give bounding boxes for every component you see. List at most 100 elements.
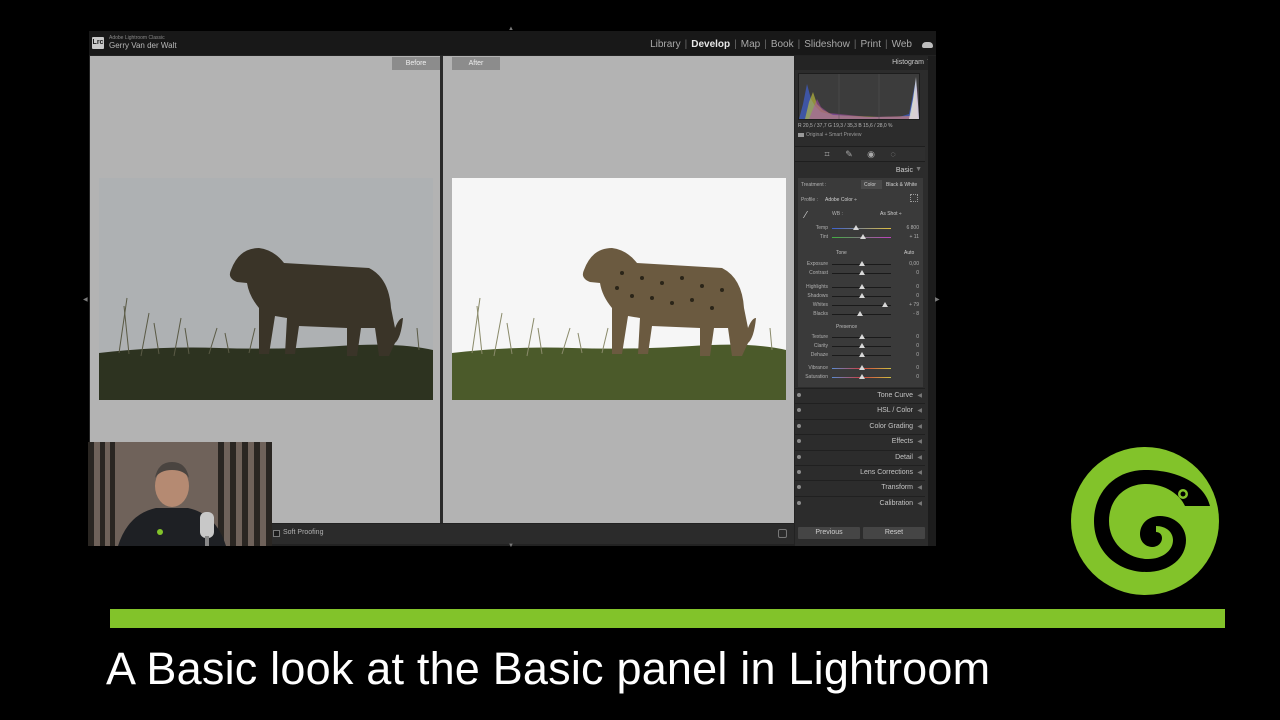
panel-color-grading[interactable]: Color Grading ◀ [795,418,925,434]
whites-value[interactable]: + 79 [909,302,919,308]
treatment-color-button[interactable]: Color [864,182,876,188]
module-map[interactable]: Map [737,39,764,50]
tint-label: Tint [819,234,828,240]
bottom-panel-toggle-icon[interactable]: ▼ [508,543,514,549]
clarity-knob[interactable] [858,343,865,348]
temp-track[interactable] [832,228,891,229]
crop-tool-icon[interactable]: ⌗ [823,149,832,159]
panel-calibration[interactable]: Calibration ◀ [795,495,925,511]
whites-knob[interactable] [881,302,888,307]
healing-tool-icon[interactable]: ✎ [845,149,854,159]
texture-value[interactable]: 0 [916,334,919,340]
wb-select[interactable]: As Shot ÷ [880,211,902,217]
right-panel-toggle-icon[interactable]: ▶ [935,296,940,303]
temp-knob[interactable] [853,225,859,230]
dehaze-label: Dehaze [810,352,828,358]
profile-select[interactable]: Adobe Color ÷ [825,197,857,203]
dehaze-slider[interactable]: Dehaze 0 [798,351,923,360]
expand-icon: ◀ [917,423,922,430]
panel-toggle-icon[interactable] [797,423,801,428]
tint-knob[interactable] [860,234,866,239]
vibrance-value[interactable]: 0 [916,365,919,371]
after-pane[interactable]: After [443,56,794,523]
dehaze-value[interactable]: 0 [916,352,919,358]
preview-status: Original + Smart Preview [798,132,861,138]
profile-browser-icon[interactable] [910,194,918,202]
saturation-knob[interactable] [858,374,865,379]
exposure-knob[interactable] [858,261,865,266]
highlights-slider[interactable]: Highlights 0 [798,283,923,292]
panel-hsl-color[interactable]: HSL / Color ◀ [795,403,925,418]
expand-icon: ◀ [917,485,922,492]
reset-button[interactable]: Reset [863,527,925,539]
module-print[interactable]: Print [856,39,885,50]
highlights-knob[interactable] [858,284,865,289]
blacks-knob[interactable] [857,311,864,316]
module-slideshow[interactable]: Slideshow [800,39,854,50]
panel-toggle-icon[interactable] [797,393,801,397]
module-develop[interactable]: Develop [687,39,734,50]
wb-eyedropper-icon[interactable]: ⁄ [805,211,815,221]
saturation-value[interactable]: 0 [916,374,919,380]
panel-transform[interactable]: Transform ◀ [795,480,925,495]
module-library[interactable]: Library [646,39,685,50]
texture-slider[interactable]: Texture 0 [798,333,923,342]
soft-proofing-label: Soft Proofing [283,529,324,536]
basic-panel-header[interactable]: Basic ▼ [795,164,925,177]
shadows-value[interactable]: 0 [916,293,919,299]
module-web[interactable]: Web [888,39,916,50]
top-panel-toggle-icon[interactable]: ▲ [508,26,514,32]
texture-knob[interactable] [858,334,865,339]
dehaze-knob[interactable] [858,352,865,357]
panel-toggle-icon[interactable] [797,485,801,490]
contrast-value[interactable]: 0 [916,270,919,276]
tint-value[interactable]: + 11 [910,234,920,240]
whites-label: Whites [812,302,828,308]
contrast-knob[interactable] [858,270,865,275]
panel-toggle-icon[interactable] [797,500,801,505]
treatment-bw-button[interactable]: Black & White [886,182,917,188]
clarity-value[interactable]: 0 [916,343,919,349]
histogram-graph[interactable] [798,73,920,120]
highlights-value[interactable]: 0 [916,284,919,290]
red-eye-tool-icon[interactable]: ◉ [867,149,876,159]
soft-proofing-checkbox[interactable] [273,530,280,537]
blacks-value[interactable]: - 8 [913,311,919,317]
vibrance-knob[interactable] [858,365,865,370]
panel-toggle-icon[interactable] [797,454,801,459]
basic-panel-title: Basic [895,167,913,174]
clarity-slider[interactable]: Clarity 0 [798,342,923,351]
panel-detail[interactable]: Detail ◀ [795,449,925,465]
panel-effects[interactable]: Effects ◀ [795,434,925,449]
temp-slider[interactable]: Temp 6 800 [798,224,923,233]
exposure-slider[interactable]: Exposure 0,00 [798,260,923,269]
shadows-slider[interactable]: Shadows 0 [798,292,923,301]
whites-slider[interactable]: Whites + 79 [798,301,923,310]
preview-status-icon [798,133,804,137]
masking-tool-icon[interactable]: ◌ [889,149,898,159]
expand-icon: ◀ [917,470,922,476]
panel-toggle-icon[interactable] [797,470,801,474]
left-panel-toggle-icon[interactable]: ◀ [83,296,88,303]
auto-button[interactable]: Auto [904,250,914,256]
panel-toggle-icon[interactable] [797,408,801,413]
exposure-value[interactable]: 0,00 [909,261,919,267]
contrast-label: Contrast [809,270,828,276]
tint-slider[interactable]: Tint + 11 [798,233,923,242]
module-book[interactable]: Book [767,39,798,50]
panel-toggle-icon[interactable] [797,439,801,444]
temp-value[interactable]: 6 800 [906,225,919,231]
panel-tone-curve[interactable]: Tone Curve ◀ [795,388,925,403]
panel-lens-corrections[interactable]: Lens Corrections ◀ [795,465,925,480]
collapse-icon: ▼ [915,166,922,173]
cloud-sync-icon[interactable] [922,41,933,48]
previous-button[interactable]: Previous [798,527,860,539]
tone-label: Tone [836,250,847,256]
contrast-slider[interactable]: Contrast 0 [798,269,923,278]
shadows-knob[interactable] [858,293,865,298]
toolbar-menu-icon[interactable] [778,529,787,538]
blacks-slider[interactable]: Blacks - 8 [798,310,923,319]
vibrance-slider[interactable]: Vibrance 0 [798,364,923,373]
saturation-slider[interactable]: Saturation 0 [798,373,923,382]
histogram-header[interactable]: Histogram ▼ [795,56,936,70]
